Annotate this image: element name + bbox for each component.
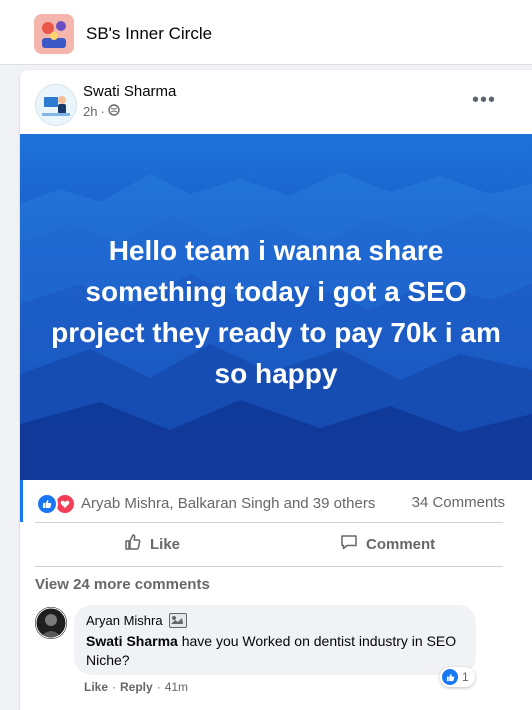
- comment-reply-link[interactable]: Reply: [120, 680, 153, 694]
- group-header: SB's Inner Circle: [0, 0, 532, 65]
- group-icon[interactable]: [34, 14, 74, 54]
- author-avatar[interactable]: [35, 84, 77, 126]
- meta-separator: ·: [100, 104, 105, 119]
- globe-icon: [108, 104, 120, 119]
- banner-text: Hello team i wanna share something today…: [51, 235, 501, 389]
- author-name[interactable]: Swati Sharma: [83, 83, 176, 100]
- comment-label: Comment: [366, 535, 436, 553]
- comment-icon: [340, 533, 358, 555]
- badge-icon[interactable]: [168, 613, 187, 628]
- comment-actions-separator: ·: [156, 680, 161, 694]
- comment-actions: Like · Reply · 41m: [84, 680, 188, 694]
- reactions-summary: Aryab Mishra, Balkaran Singh and 39 othe…: [20, 480, 532, 522]
- comment-text: Swati Sharma have you Worked on dentist …: [86, 632, 466, 670]
- comment-mention[interactable]: Swati Sharma: [86, 633, 178, 649]
- comment-button[interactable]: Comment: [340, 526, 435, 562]
- like-reaction-icon: [36, 493, 58, 515]
- comments-count[interactable]: 34 Comments: [412, 494, 505, 511]
- comment-actions-separator: ·: [112, 680, 117, 694]
- post-card: Swati Sharma 2h · ••• Hello team i wanna…: [20, 70, 532, 710]
- like-button[interactable]: Like: [124, 526, 180, 562]
- post-meta: 2h ·: [83, 104, 120, 119]
- reaction-icons[interactable]: [36, 493, 76, 515]
- comment-time[interactable]: 41m: [165, 680, 188, 694]
- post-banner[interactable]: Hello team i wanna share something today…: [20, 134, 532, 480]
- divider: [35, 566, 503, 567]
- commenter-name[interactable]: Aryan Mishra: [86, 613, 163, 628]
- like-reaction-icon: [442, 669, 458, 685]
- comment-like-link[interactable]: Like: [84, 680, 108, 694]
- group-name[interactable]: SB's Inner Circle: [86, 24, 212, 44]
- commenter-name-row: Aryan Mishra: [86, 613, 187, 628]
- view-more-comments-link[interactable]: View 24 more comments: [35, 576, 210, 593]
- thumbs-up-icon: [124, 533, 142, 555]
- reaction-names[interactable]: Aryab Mishra, Balkaran Singh and 39 othe…: [81, 495, 375, 512]
- more-options-button[interactable]: •••: [466, 88, 502, 112]
- commenter-avatar[interactable]: [35, 607, 67, 639]
- divider: [35, 522, 503, 523]
- more-icon: •••: [471, 88, 496, 111]
- comment-bubble: Aryan Mishra Swati Sharma have you Worke…: [74, 605, 476, 675]
- reaction-count: 1: [462, 670, 469, 684]
- like-label: Like: [150, 535, 181, 553]
- post-time[interactable]: 2h: [83, 104, 97, 119]
- comment-reaction-count[interactable]: 1: [440, 667, 475, 687]
